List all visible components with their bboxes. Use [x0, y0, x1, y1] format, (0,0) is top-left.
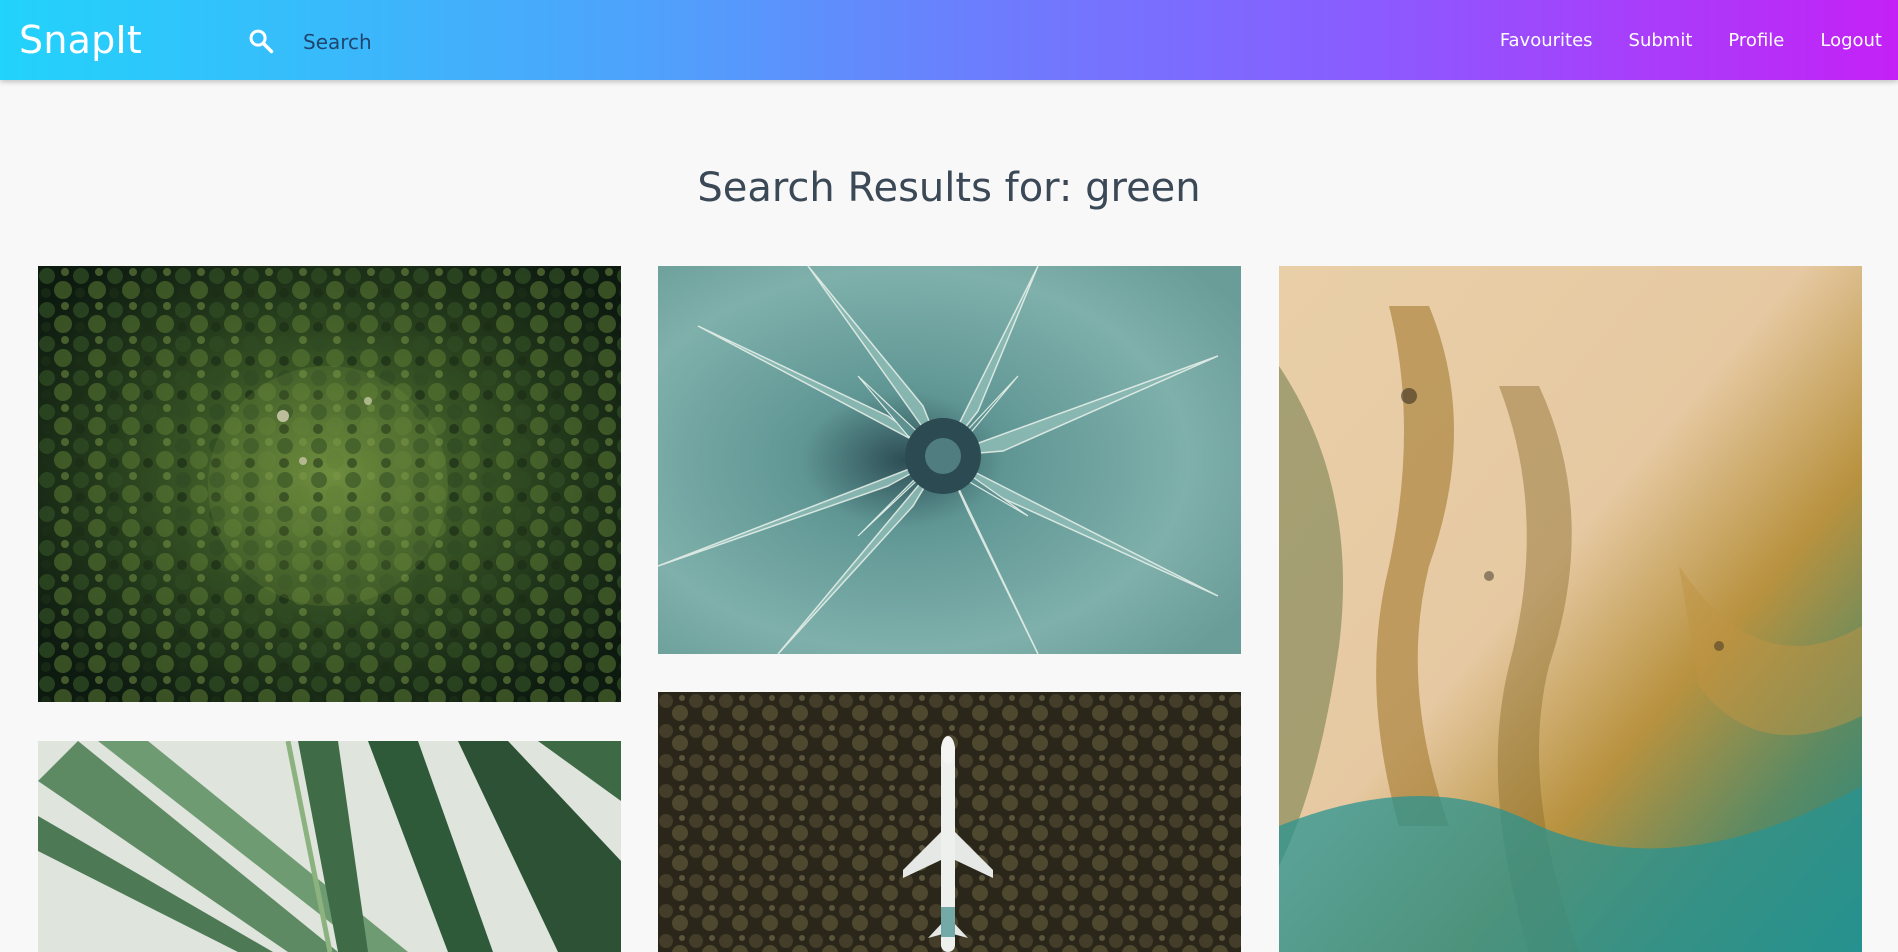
nav-favourites-link[interactable]: Favourites: [1500, 27, 1593, 55]
top-navbar: SnapIt Favourites Submit Profile Logout: [0, 0, 1898, 80]
search-results-heading: Search Results for: green: [697, 165, 1201, 211]
forest-aerial-image: [38, 266, 621, 702]
nav-menu: Favourites Submit Profile Logout: [1500, 27, 1882, 55]
sand-water-aerial-image: [1279, 266, 1862, 952]
photo-card-plane-forest[interactable]: [658, 692, 1241, 952]
photo-card-forest[interactable]: [38, 266, 621, 702]
brand-logo[interactable]: SnapIt: [19, 18, 142, 62]
agave-succulent-image: [658, 266, 1241, 654]
photo-card-sand-water[interactable]: [1279, 266, 1862, 952]
plane-forest-image: [658, 692, 1241, 952]
photo-card-agave[interactable]: [658, 266, 1241, 654]
nav-submit-link[interactable]: Submit: [1629, 27, 1693, 55]
palm-leaves-image: [38, 741, 621, 952]
search-input[interactable]: [295, 22, 911, 62]
nav-logout-link[interactable]: Logout: [1820, 27, 1882, 55]
nav-profile-link[interactable]: Profile: [1728, 27, 1784, 55]
search-icon[interactable]: [247, 27, 275, 55]
photo-card-palm-leaves[interactable]: [38, 741, 621, 952]
